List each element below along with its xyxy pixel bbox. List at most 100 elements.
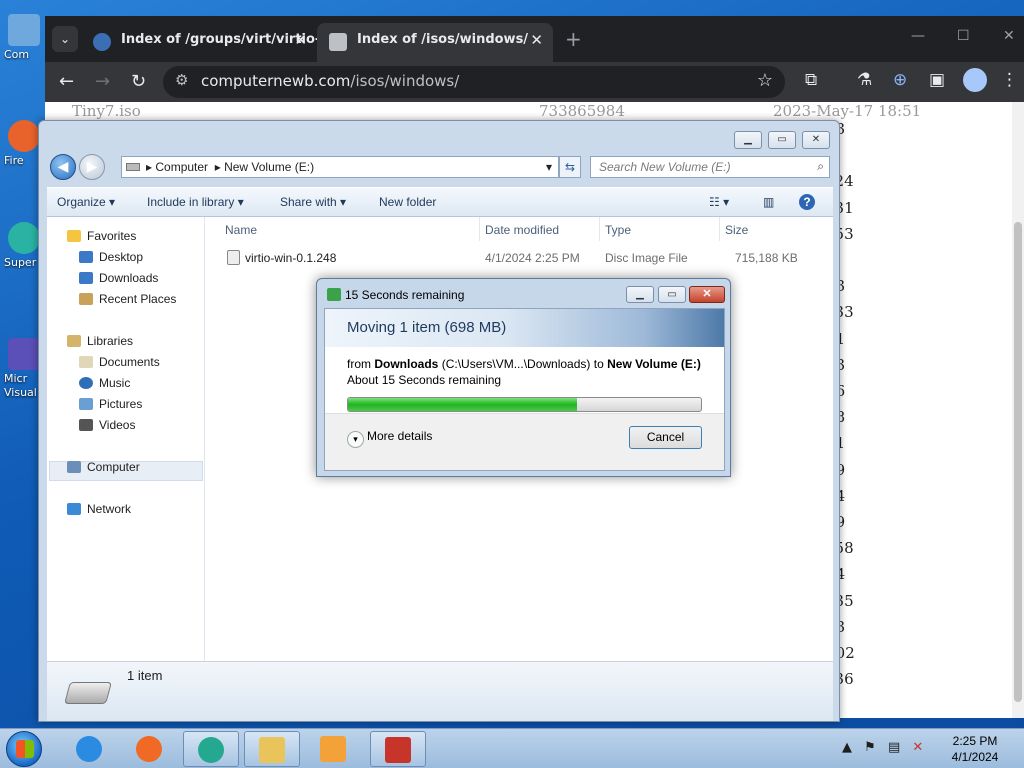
new-folder-button[interactable]: New folder: [379, 195, 436, 209]
desktop-icon-label: Micr Visual: [4, 372, 37, 399]
reload-icon[interactable]: ↻: [131, 71, 146, 92]
taskbar-ie[interactable]: [62, 731, 118, 767]
volume-muted-icon[interactable]: ✕: [912, 740, 923, 755]
forward-icon[interactable]: →: [95, 71, 110, 92]
breadcrumb-computer[interactable]: Computer: [155, 160, 208, 174]
nav-label: Computer: [87, 460, 140, 474]
minimize-icon[interactable]: —: [911, 28, 925, 44]
column-type[interactable]: Type: [605, 223, 631, 237]
nav-music[interactable]: Music: [79, 376, 130, 390]
back-button[interactable]: ◀: [50, 154, 76, 180]
nav-desktop[interactable]: Desktop: [79, 250, 143, 264]
clock[interactable]: 2:25 PM 4/1/2024: [942, 733, 1008, 765]
to-label: to: [593, 357, 604, 371]
download-icon[interactable]: ⊕: [893, 70, 907, 90]
help-icon[interactable]: ?: [799, 194, 815, 210]
share-with-button[interactable]: Share with ▾: [280, 195, 346, 209]
minimize-icon[interactable]: ▁: [626, 286, 654, 303]
new-tab-button[interactable]: +: [565, 27, 582, 51]
scrollbar-thumb[interactable]: [1014, 222, 1022, 702]
page-scrollbar[interactable]: [1012, 102, 1024, 718]
tab-isos-windows[interactable]: Index of /isos/windows/ ✕: [317, 23, 553, 62]
tab-virtio[interactable]: Index of /groups/virt/virtio-wi ✕: [81, 23, 317, 62]
search-placeholder: Search New Volume (E:): [599, 160, 731, 174]
search-icon[interactable]: ⌕: [817, 159, 824, 174]
move-progress-dialog: 15 Seconds remaining ▁ ▭ ✕ Moving 1 item…: [316, 278, 731, 477]
site-info-icon[interactable]: ⚙: [175, 71, 188, 89]
side-panel-icon[interactable]: ▣: [929, 70, 945, 90]
nav-videos[interactable]: Videos: [79, 418, 135, 432]
more-details-toggle[interactable]: ▾ More details: [347, 429, 432, 448]
nav-label: Libraries: [87, 334, 134, 348]
nav-label: Desktop: [99, 250, 144, 264]
chevron-down-icon[interactable]: ▾: [546, 160, 552, 174]
bookmark-star-icon[interactable]: ☆: [757, 70, 773, 91]
column-size[interactable]: Size: [725, 223, 748, 237]
include-in-library-button[interactable]: Include in library ▾: [147, 195, 244, 209]
nav-label: Favorites: [87, 229, 137, 243]
back-icon[interactable]: ←: [59, 71, 74, 92]
column-divider[interactable]: [479, 217, 480, 241]
visual-studio-icon: [8, 338, 40, 370]
maximize-icon[interactable]: ▭: [658, 286, 686, 303]
nav-libraries[interactable]: Libraries: [67, 334, 133, 348]
search-input[interactable]: Search New Volume (E:) ⌕: [590, 156, 830, 178]
nav-pictures[interactable]: Pictures: [79, 397, 142, 411]
close-window-icon[interactable]: ✕: [1003, 28, 1015, 44]
action-center-flag-icon[interactable]: ⚑: [864, 740, 876, 755]
desktop-icon-computer[interactable]: Com: [4, 14, 44, 61]
taskbar-explorer[interactable]: [244, 731, 300, 767]
maximize-icon[interactable]: ▭: [768, 131, 796, 149]
close-icon[interactable]: ✕: [802, 131, 830, 149]
menu-icon[interactable]: ⋮: [1001, 70, 1018, 90]
details-pane: 1 item: [47, 661, 833, 721]
media-player-icon: [320, 736, 346, 762]
lab-icon[interactable]: ⚗: [857, 70, 872, 90]
taskbar-media-player[interactable]: [306, 731, 362, 767]
preview-pane-icon[interactable]: ▥: [763, 195, 774, 209]
dialog-footer: ▾ More details Cancel: [325, 413, 724, 470]
nav-favorites[interactable]: Favorites: [67, 229, 136, 243]
maximize-icon[interactable]: ☐: [957, 28, 970, 44]
breadcrumb-volume[interactable]: New Volume (E:): [224, 160, 314, 174]
extensions-icon[interactable]: ⧉: [805, 70, 817, 90]
nav-documents[interactable]: Documents: [79, 355, 160, 369]
nav-computer[interactable]: Computer: [67, 460, 140, 474]
column-divider[interactable]: [599, 217, 600, 241]
taskbar-firefox[interactable]: [122, 731, 178, 767]
tab-strip: ⌄ Index of /groups/virt/virtio-wi ✕ Inde…: [45, 16, 1024, 62]
show-hidden-icons-icon[interactable]: ▲: [842, 740, 852, 755]
nav-network[interactable]: Network: [67, 502, 131, 516]
close-icon[interactable]: ✕: [689, 286, 725, 303]
taskbar-toolbox[interactable]: [370, 731, 426, 767]
source-name[interactable]: Downloads: [374, 357, 438, 371]
destination-name[interactable]: New Volume (E:): [607, 357, 701, 371]
nav-label: Network: [87, 502, 132, 516]
refresh-icon[interactable]: ⇆: [559, 156, 581, 178]
network-icon: [67, 503, 81, 515]
view-options-icon[interactable]: ☷ ▾: [709, 195, 729, 209]
column-divider[interactable]: [719, 217, 720, 241]
start-button[interactable]: [6, 731, 42, 767]
listing-name[interactable]: Tiny7.iso: [72, 102, 141, 120]
address-bar[interactable]: ⚙ computernewb.com/isos/windows/ ☆: [163, 66, 785, 98]
nav-downloads[interactable]: Downloads: [79, 271, 158, 285]
taskbar-app[interactable]: [183, 731, 239, 767]
tab-search-button[interactable]: ⌄: [52, 26, 78, 52]
close-tab-icon[interactable]: ✕: [530, 31, 543, 49]
organize-button[interactable]: Organize ▾: [57, 195, 115, 209]
cancel-button[interactable]: Cancel: [629, 426, 702, 449]
desktop-icon-label: Fire: [4, 154, 24, 167]
address-bar[interactable]: ▸ Computer ▸ New Volume (E:) ▾: [121, 156, 559, 178]
profile-avatar[interactable]: [963, 68, 987, 92]
column-name[interactable]: Name: [225, 223, 257, 237]
close-tab-icon[interactable]: ✕: [294, 31, 307, 49]
nav-recent[interactable]: Recent Places: [79, 292, 176, 306]
minimize-icon[interactable]: ▁: [734, 131, 762, 149]
file-row[interactable]: virtio-win-0.1.248 4/1/2024 2:25 PM Disc…: [207, 247, 833, 269]
column-date[interactable]: Date modified: [485, 223, 559, 237]
nav-label: Documents: [99, 355, 160, 369]
forward-button[interactable]: ▶: [79, 154, 105, 180]
network-icon[interactable]: ▤: [888, 740, 900, 755]
desktop-icon-label: Super: [4, 256, 37, 269]
